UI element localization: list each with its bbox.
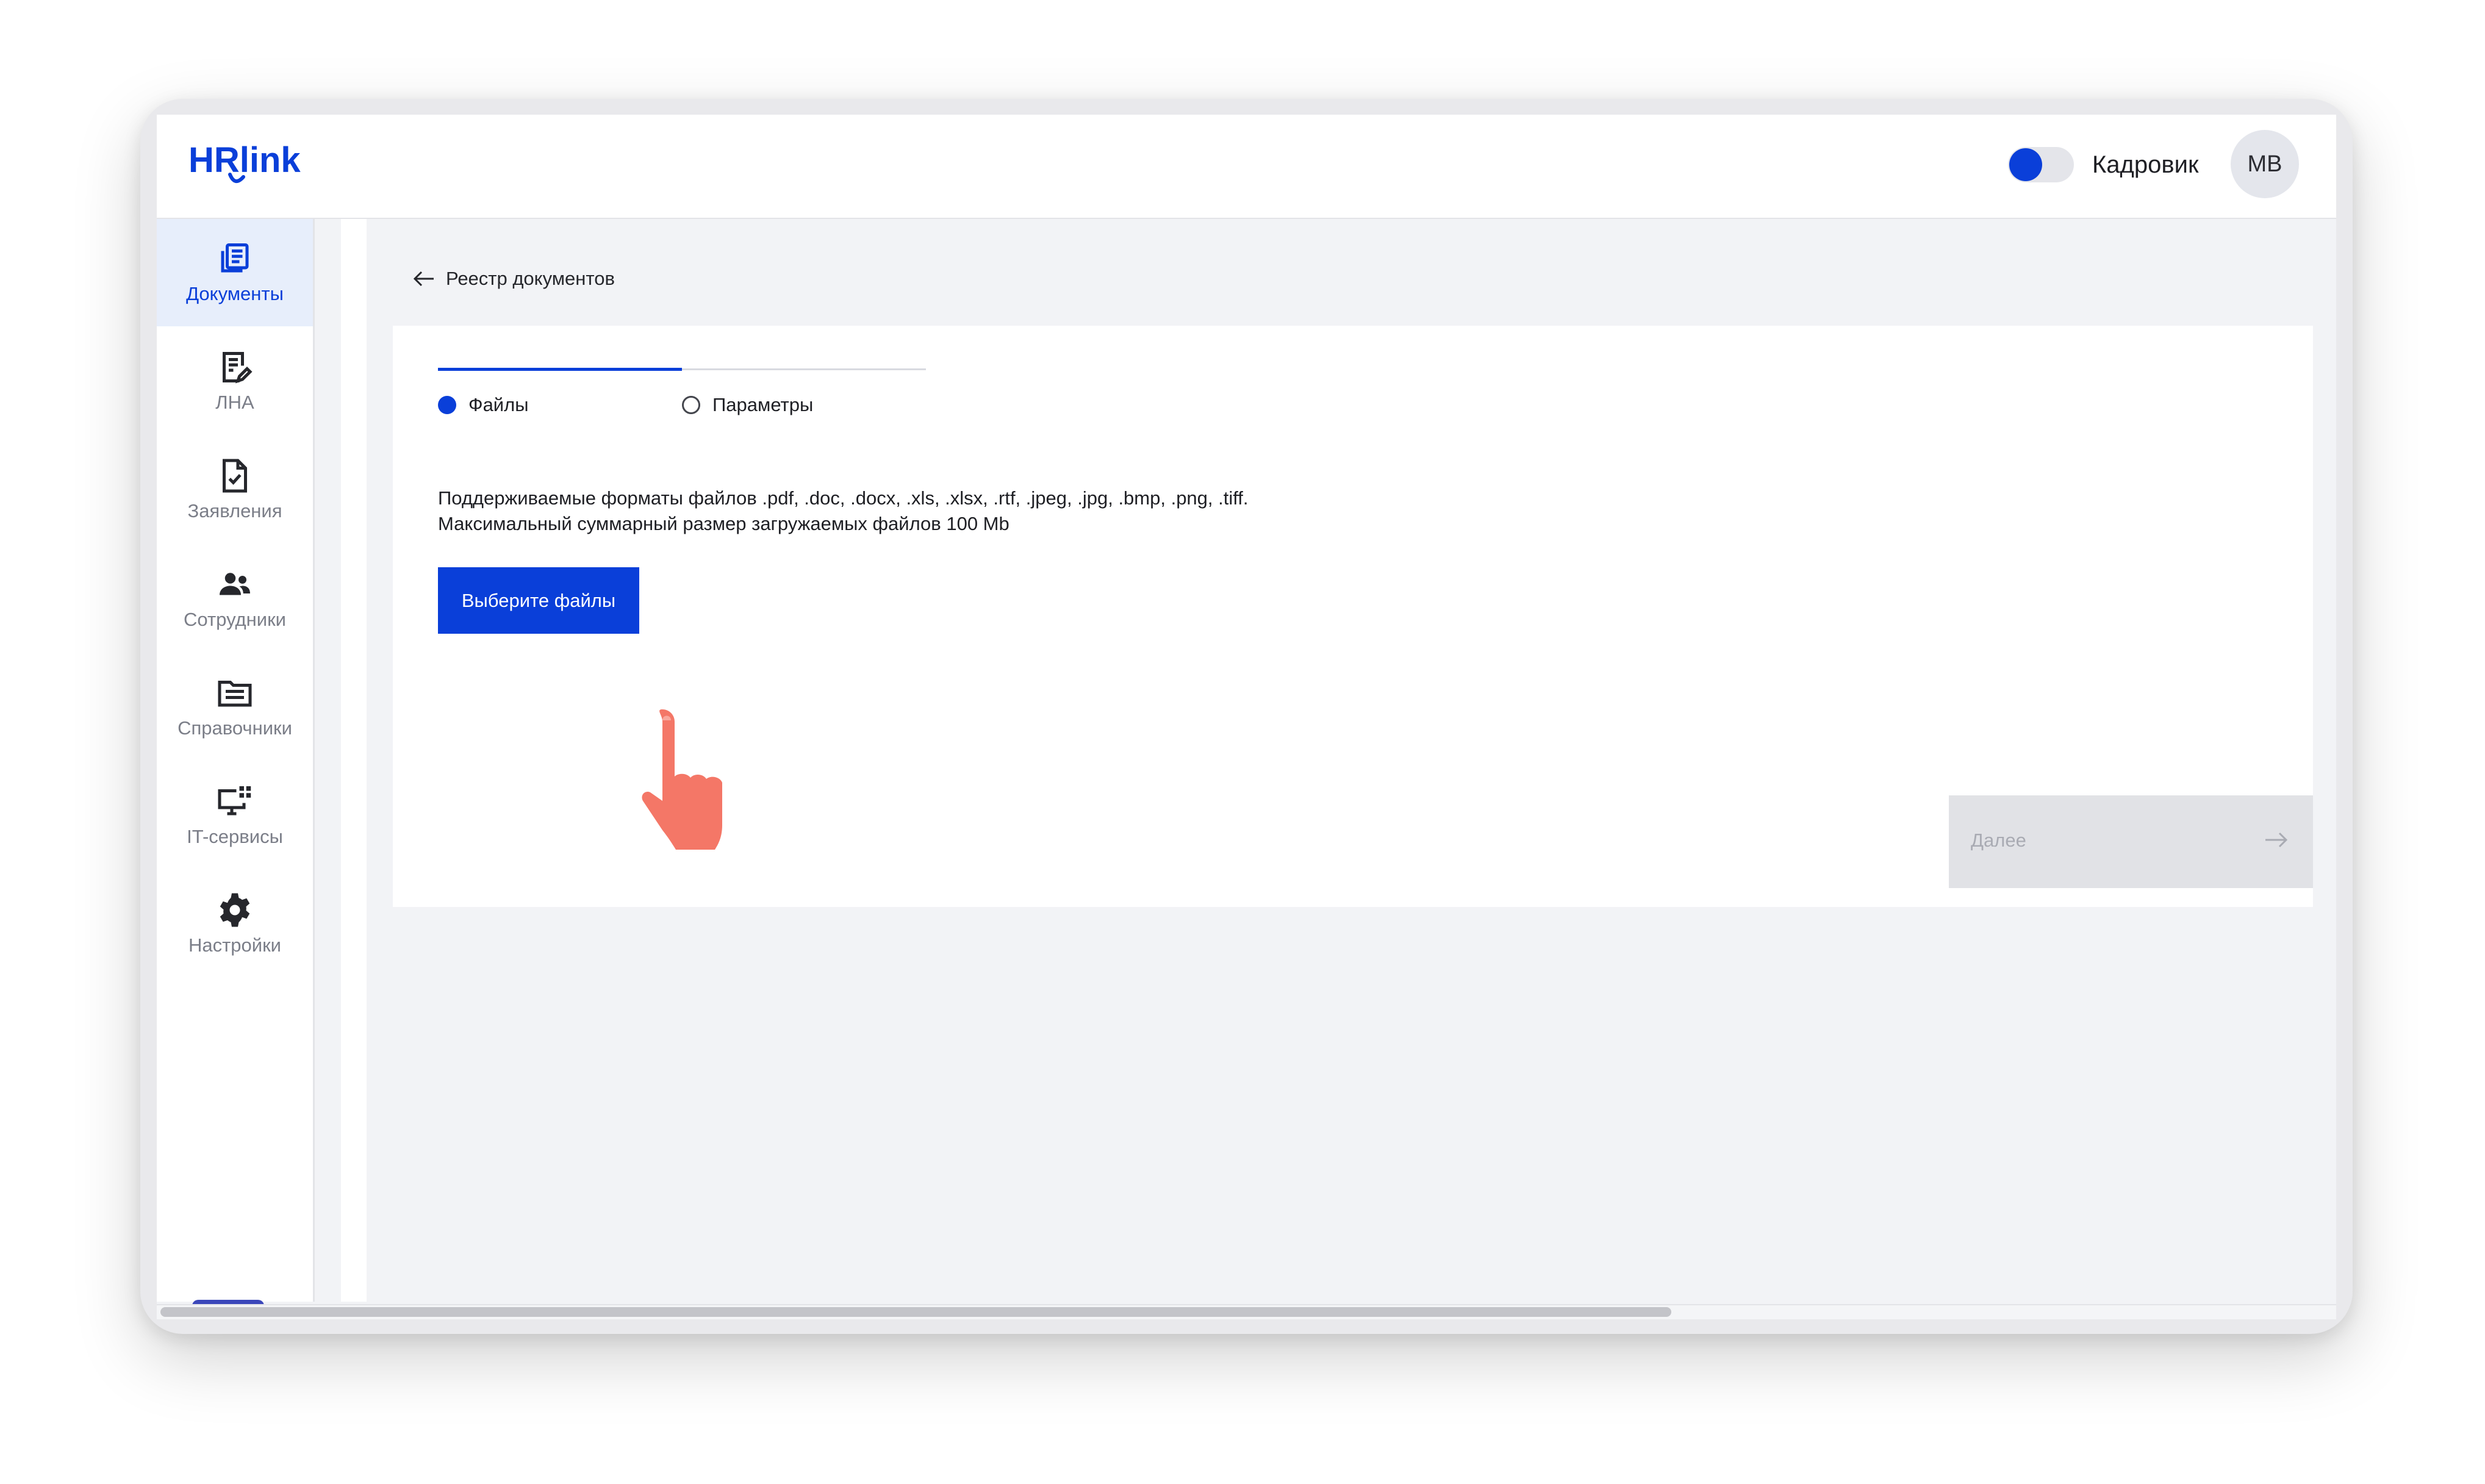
next-button[interactable]: Далее [1949,795,2313,888]
arrow-left-icon [413,271,434,287]
role-label: Кадровик [2092,151,2199,178]
step-active-dot [438,396,456,414]
sidebar-item-label: Настройки [188,934,281,956]
documents-icon [221,243,249,273]
application-check-icon [223,459,247,493]
max-size-text: Максимальный суммарный размер загружаемы… [438,513,1009,534]
step-inactive-dot [682,396,700,414]
horizontal-scrollbar-thumb[interactable] [160,1307,1671,1317]
employees-icon [220,573,250,595]
breadcrumb-label: Реестр документов [446,268,615,289]
sidebar-item-directories[interactable]: Справочники [157,653,313,761]
role-toggle[interactable] [2008,147,2074,182]
svg-text:HRlink: HRlink [188,140,301,180]
sidebar-item-settings[interactable]: Настройки [157,870,313,978]
sidebar-item-label: ЛНА [215,392,254,413]
sidebar-item-applications[interactable]: Заявления [157,436,313,543]
step-label: Файлы [468,394,529,415]
avatar[interactable]: MB [2231,130,2299,198]
folder-icon [218,681,252,707]
step-label: Параметры [712,394,814,415]
sidebar-item-label: Сотрудники [184,609,286,630]
toggle-knob [2009,148,2042,181]
sidebar-gutter [341,219,367,1302]
sidebar-item-label: Документы [186,283,284,304]
gear-icon [220,893,250,927]
hrlink-logo[interactable]: HRlink [187,137,309,192]
sidebar-item-lna[interactable]: ЛНА [157,328,313,435]
monitor-apps-icon [218,786,251,815]
top-bar: HRlink Кадровик MB [157,115,2336,219]
step-parameters[interactable]: Параметры [682,394,813,416]
supported-formats-text: Поддерживаемые форматы файлов .pdf, .doc… [438,487,1249,509]
arrow-right-icon [2265,832,2288,848]
upload-info: Поддерживаемые форматы файлов .pdf, .doc… [438,486,1249,537]
sidebar-item-documents[interactable]: Документы [157,219,313,326]
sidebar-item-label: Справочники [178,717,292,739]
pointer-hand-icon [642,709,722,850]
stepper-progress [438,368,682,371]
step-files[interactable]: Файлы [438,394,529,416]
sidebar-item-employees[interactable]: Сотрудники [157,545,313,652]
sidebar-item-label: Заявления [187,500,282,522]
app-window: HRlink Кадровик MB Документы ЛНА Заявлен… [157,115,2336,1319]
breadcrumb[interactable]: Реестр документов [413,268,615,290]
sidebar-item-it-services[interactable]: IT-сервисы [157,762,313,869]
select-files-button[interactable]: Выберите файлы [438,567,639,634]
sidebar: Документы ЛНА Заявления Сотрудники Справ… [157,219,315,1319]
lna-document-edit-icon [223,352,253,384]
sidebar-item-label: IT-сервисы [187,826,283,847]
next-label: Далее [1971,830,2026,851]
